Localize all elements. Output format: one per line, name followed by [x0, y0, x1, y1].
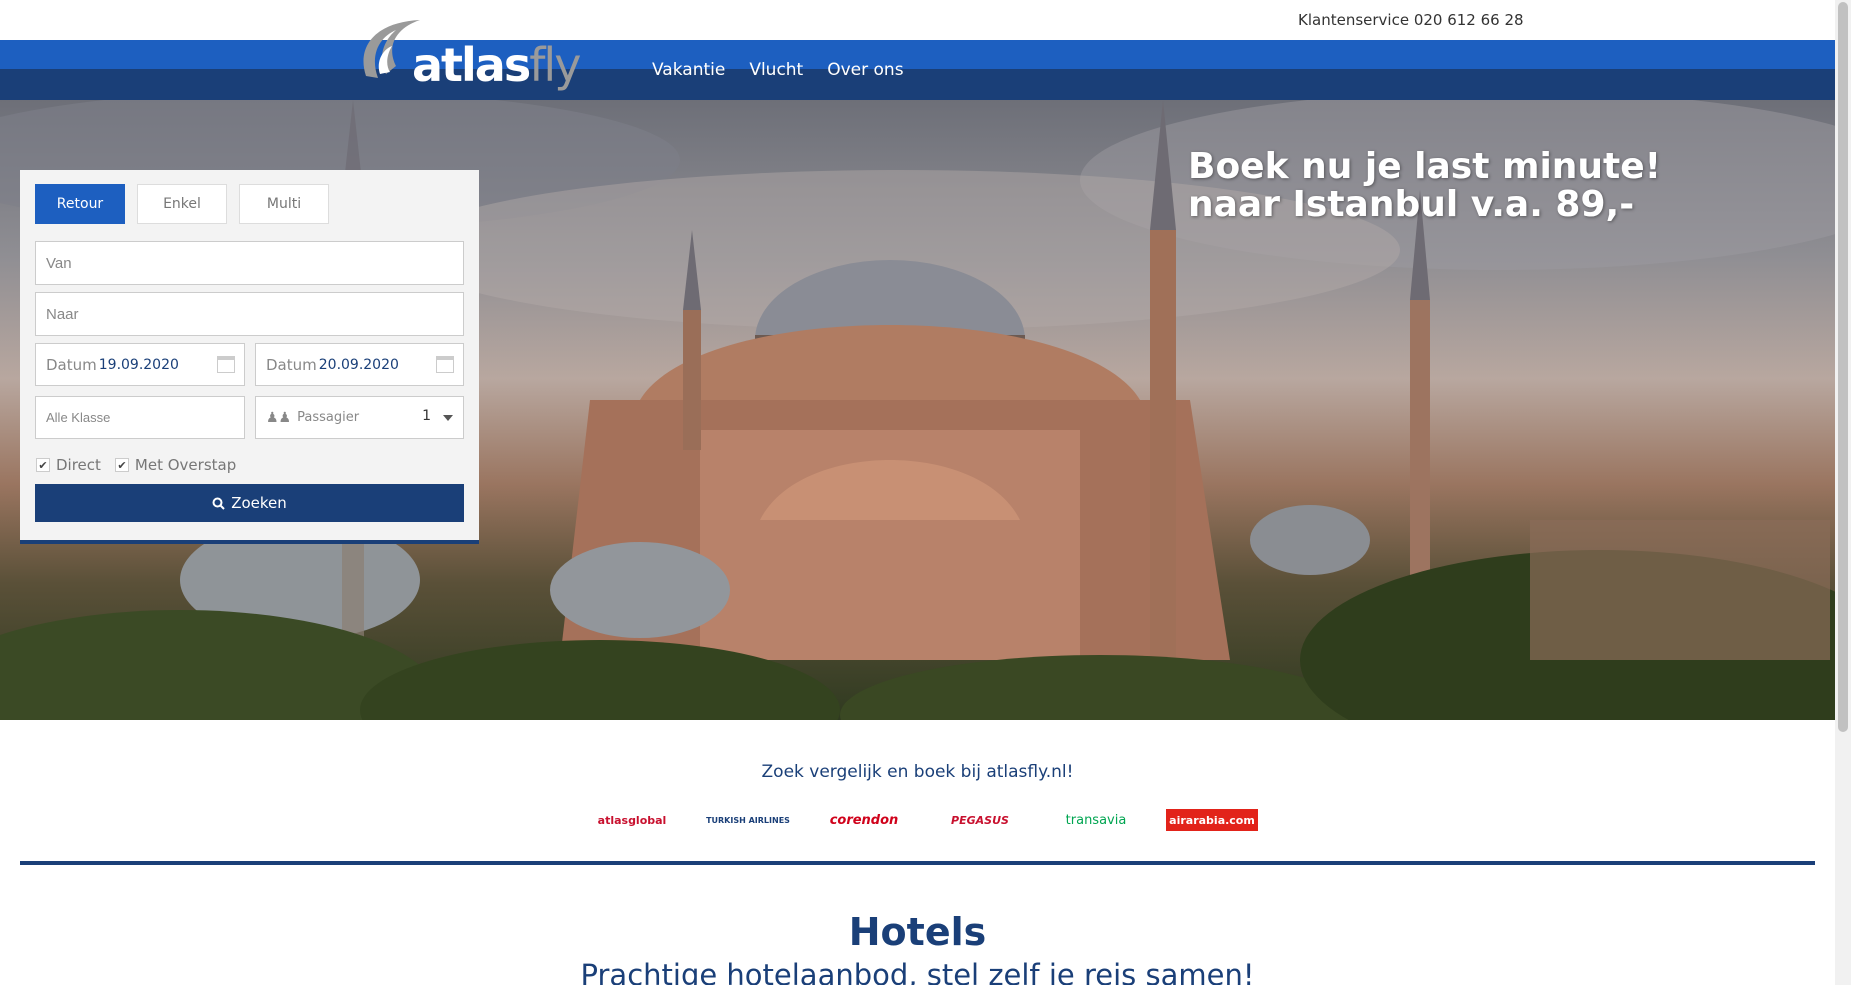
airline-logo-label: TURKISH AIRLINES — [706, 815, 790, 825]
check-icon: ✔ — [114, 458, 129, 472]
search-icon — [212, 497, 225, 510]
nav-menu: Vakantie Vlucht Over ons — [652, 40, 904, 100]
depart-date-value: 19.09.2020 — [98, 356, 179, 373]
class-input[interactable] — [46, 410, 244, 425]
passenger-select[interactable]: ♟♟ Passagier 1 — [255, 396, 464, 439]
scrollbar-thumb[interactable] — [1838, 2, 1848, 732]
tab-retour[interactable]: Retour — [35, 184, 125, 224]
nav-item-vakantie[interactable]: Vakantie — [652, 60, 725, 80]
passenger-count: 1 — [422, 408, 431, 424]
page: Klantenservice 020 612 66 28 Vakantie Vl… — [0, 0, 1851, 985]
nav-item-vlucht[interactable]: Vlucht — [749, 60, 803, 80]
logo-fly-text: fly — [529, 38, 581, 92]
return-date-value: 20.09.2020 — [318, 356, 399, 373]
airline-logo-airarabia[interactable]: airarabia.com — [1166, 809, 1258, 831]
logo-wordmark: atlasfly — [412, 38, 581, 92]
from-field[interactable] — [35, 241, 464, 285]
return-date-label: Datum — [266, 355, 317, 374]
calendar-icon[interactable] — [217, 356, 235, 373]
airline-logo-atlasglobal[interactable]: atlasglobal — [586, 808, 678, 832]
passenger-label: Passagier — [297, 410, 360, 425]
direct-checkbox[interactable]: ✔ Direct — [36, 456, 101, 474]
airline-logo-pegasus[interactable]: PEGASUS — [934, 808, 1026, 832]
page-scrollbar[interactable] — [1835, 0, 1851, 985]
airline-logo-label: transavia — [1065, 812, 1127, 828]
airline-logo-label: corendon — [829, 812, 899, 828]
return-date-field[interactable]: Datum 20.09.2020 — [255, 343, 464, 386]
check-icon: ✔ — [36, 458, 50, 472]
depart-date-field[interactable]: Datum 19.09.2020 — [35, 343, 245, 386]
main-nav: Vakantie Vlucht Over ons — [0, 40, 1835, 100]
stop-options: ✔ Direct ✔ Met Overstap — [36, 456, 236, 474]
users-icon: ♟♟ — [266, 409, 292, 426]
logo-atlas-text: atlas — [412, 38, 531, 92]
search-button[interactable]: Zoeken — [35, 484, 464, 522]
tab-multi[interactable]: Multi — [239, 184, 329, 224]
nav-item-over-ons[interactable]: Over ons — [827, 60, 903, 80]
chevron-down-icon[interactable] — [443, 415, 453, 421]
airline-logo-label: atlasglobal — [597, 813, 667, 827]
airline-logo-corendon[interactable]: corendon — [818, 808, 910, 832]
calendar-icon[interactable] — [436, 356, 454, 373]
airline-logo-transavia[interactable]: transavia — [1050, 808, 1142, 832]
customer-service-phone[interactable]: Klantenservice 020 612 66 28 — [1298, 11, 1524, 29]
trip-type-tabs: Retour Enkel Multi — [35, 184, 329, 224]
top-bar: Klantenservice 020 612 66 28 — [0, 0, 1835, 40]
airline-logos: atlasglobal TURKISH AIRLINES corendon PE… — [586, 808, 1258, 832]
airline-logo-turkish[interactable]: TURKISH AIRLINES — [702, 808, 794, 832]
stopover-checkbox[interactable]: ✔ Met Overstap — [114, 456, 237, 474]
stopover-label: Met Overstap — [134, 456, 237, 474]
airline-logo-label: PEGASUS — [951, 813, 1009, 827]
search-button-label: Zoeken — [231, 494, 287, 512]
hero-headline: Boek nu je last minute! naar Istanbul v.… — [1188, 146, 1662, 225]
airline-logo-label: airarabia.com — [1169, 813, 1255, 827]
to-input[interactable] — [46, 305, 463, 323]
partners-tagline: Zoek vergelijk en boek bij atlasfly.nl! — [761, 762, 1074, 782]
hotels-title: Hotels — [848, 910, 987, 954]
to-field[interactable] — [35, 292, 464, 336]
section-divider — [20, 861, 1815, 865]
hotels-subtitle: Prachtige hotelaanbod, stel zelf je reis… — [580, 958, 1255, 985]
class-field[interactable] — [35, 396, 245, 439]
from-input[interactable] — [46, 254, 463, 272]
depart-date-label: Datum — [46, 355, 97, 374]
flight-search-panel: Retour Enkel Multi Datum 19.09.2020 Datu… — [20, 170, 479, 544]
atlasfly-logo[interactable]: atlasfly — [356, 16, 581, 92]
tab-enkel[interactable]: Enkel — [137, 184, 227, 224]
direct-label: Direct — [56, 456, 101, 474]
